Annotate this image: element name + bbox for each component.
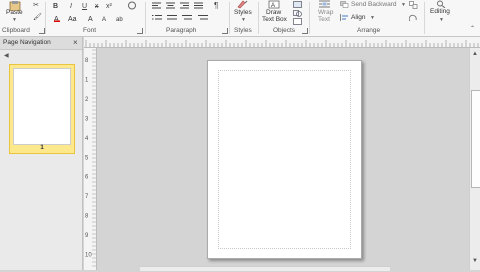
separator	[258, 2, 259, 34]
show-formatting-button[interactable]: ¶	[214, 1, 218, 10]
italic-button[interactable]: I	[70, 2, 72, 11]
separator	[145, 2, 146, 34]
shapes-icon[interactable]	[293, 10, 302, 17]
align-right-icon[interactable]	[180, 2, 189, 10]
horizontal-ruler-ticks	[85, 40, 479, 47]
paste-dropdown-icon[interactable]: ▼	[12, 17, 17, 23]
ruler-number: 4	[85, 136, 89, 142]
svg-text:Aa: Aa	[68, 16, 77, 22]
ruler-number: 5	[85, 155, 89, 161]
vertical-ruler[interactable]: 8 1 2 3 4 5 6 7 8 9 10	[84, 48, 97, 270]
bold-button[interactable]: B	[53, 2, 58, 11]
wrap-text-line1[interactable]: Wrap	[318, 9, 333, 16]
editing-dropdown-icon[interactable]: ▼	[439, 17, 444, 23]
editing-icon[interactable]	[436, 0, 448, 9]
wrap-text-line2[interactable]: Text	[318, 16, 330, 23]
font-group-label: Font	[83, 27, 97, 34]
wrap-text-icon[interactable]	[319, 0, 330, 9]
margin-guide	[218, 70, 351, 249]
ruler-number: 8	[85, 58, 89, 64]
styles-dropdown-icon[interactable]: ▼	[241, 17, 246, 23]
align-center-icon[interactable]	[166, 2, 175, 10]
underline-button[interactable]: U	[82, 2, 87, 11]
scroll-up-icon[interactable]: ▲	[472, 51, 478, 57]
ruler-number: 9	[85, 233, 89, 239]
page-thumbnail-preview	[13, 68, 71, 145]
separator	[424, 2, 425, 34]
ruler-number: 1	[85, 77, 89, 83]
ruler-number: 7	[85, 194, 89, 200]
collapse-arrow-icon[interactable]: ◀	[4, 52, 9, 59]
styles-button[interactable]: Styles	[234, 9, 252, 16]
insert-object-icon[interactable]	[293, 18, 302, 25]
page-thumbnail[interactable]: 1	[9, 64, 75, 154]
vertical-ruler-ticks: 8 1 2 3 4 5 6 7 8 9 10	[85, 49, 96, 267]
objects-dialog-launcher[interactable]	[302, 28, 308, 34]
scrollbar-thumb[interactable]	[471, 90, 480, 188]
paste-button[interactable]: Paste	[6, 9, 23, 16]
styles-group-label: Styles	[234, 27, 252, 34]
strikethrough-button[interactable]: x	[95, 2, 99, 11]
font-color-icon[interactable]: A Aa A A ab	[54, 14, 134, 23]
group-objects-icon[interactable]	[409, 1, 418, 9]
send-backward-button[interactable]: Send Backward	[351, 1, 397, 8]
align-dropdown-icon[interactable]: ▼	[370, 15, 375, 21]
close-icon[interactable]: ×	[73, 38, 78, 47]
collapse-ribbon-icon[interactable]: ⌃	[470, 25, 475, 34]
scroll-down-icon[interactable]: ▼	[472, 258, 478, 264]
horizontal-scrollbar[interactable]	[140, 266, 390, 271]
paragraph-dialog-launcher[interactable]	[222, 28, 228, 34]
send-backward-dropdown-icon[interactable]: ▼	[401, 2, 406, 8]
superscript-button[interactable]: x²	[106, 2, 112, 11]
ruler-number: 8	[85, 214, 89, 220]
objects-group-label: Objects	[273, 27, 296, 34]
bullets-icon[interactable]	[152, 14, 216, 22]
align-button[interactable]: Align	[351, 14, 365, 21]
svg-text:ab: ab	[116, 17, 123, 22]
picture-icon[interactable]	[293, 1, 302, 8]
publication-page[interactable]	[207, 60, 362, 259]
clipboard-group-label: Clipboard	[2, 27, 30, 34]
vertical-scrollbar[interactable]: ▲ ▼	[469, 48, 480, 270]
svg-text:A: A	[88, 16, 93, 22]
ribbon: Paste ▼ ✂ 🖌 Clipboard B I U x x² A Aa A …	[0, 0, 480, 37]
align-icon[interactable]	[340, 14, 349, 21]
paragraph-group-label: Paragraph	[166, 27, 197, 34]
page-navigation-pane: Page Navigation × ◀ 1	[0, 37, 83, 270]
page-navigation-title: Page Navigation	[3, 39, 51, 46]
page-navigation-header: Page Navigation ×	[0, 37, 82, 50]
svg-text:A: A	[102, 17, 106, 22]
ruler-number: 10	[85, 253, 92, 259]
align-left-icon[interactable]	[152, 2, 161, 10]
format-painter-icon[interactable]: 🖌	[33, 13, 42, 22]
draw-text-box-line1[interactable]: Draw	[266, 9, 281, 16]
draw-text-box-icon[interactable]: A	[268, 0, 280, 9]
ruler-number: 6	[85, 175, 89, 181]
page-thumbnail-number: 1	[40, 144, 44, 151]
justify-icon[interactable]	[194, 2, 203, 10]
cut-icon[interactable]: ✂	[33, 1, 39, 10]
separator	[45, 2, 46, 34]
font-dialog-launcher[interactable]	[137, 28, 143, 34]
styles-icon[interactable]	[236, 0, 250, 9]
text-effects-icon[interactable]	[127, 1, 137, 10]
editing-button[interactable]: Editing	[430, 8, 450, 15]
separator	[229, 2, 230, 34]
arrange-group-label: Arrange	[357, 27, 381, 34]
draw-text-box-line2[interactable]: Text Box	[262, 16, 287, 23]
ruler-number: 3	[85, 116, 89, 122]
separator	[309, 2, 310, 34]
send-backward-icon[interactable]	[340, 1, 349, 8]
rotate-icon[interactable]	[408, 14, 418, 22]
horizontal-ruler[interactable]	[84, 37, 480, 48]
ruler-number: 2	[85, 97, 89, 103]
